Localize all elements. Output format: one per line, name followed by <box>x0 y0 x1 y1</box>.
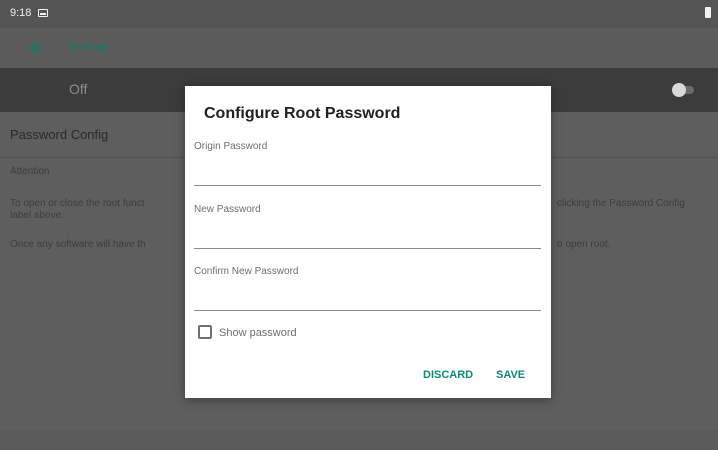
root-toggle-switch[interactable] <box>672 83 694 97</box>
attention-line2-left: Once any software will have th <box>10 239 146 250</box>
new-password-input[interactable] <box>194 223 541 249</box>
attention-line2-right: o open root. <box>557 239 611 250</box>
new-password-label: New Password <box>194 204 261 215</box>
battery-icon <box>705 7 711 18</box>
app-title: Settings <box>69 41 109 53</box>
attention-line1-right: clicking the Password Config <box>557 198 685 209</box>
confirm-new-password-input[interactable] <box>194 285 541 311</box>
app-bar: Settings <box>0 28 718 68</box>
confirm-new-password-label: Confirm New Password <box>194 266 299 277</box>
configure-root-password-dialog: Configure Root Password Origin Password … <box>185 86 551 398</box>
bottom-area <box>0 430 718 450</box>
image-notification-icon <box>38 9 48 17</box>
toggle-thumb <box>672 83 686 97</box>
arrow-left-icon[interactable] <box>26 37 48 59</box>
status-time: 9:18 <box>10 7 32 19</box>
save-button[interactable]: SAVE <box>496 369 525 381</box>
password-config-label: Password Config <box>10 127 109 142</box>
attention-line1-left: To open or close the root funct <box>10 198 145 209</box>
switch-label: Off <box>69 81 88 97</box>
show-password-checkbox[interactable] <box>198 325 212 339</box>
show-password-label: Show password <box>219 327 297 339</box>
attention-line1-cont: label above. <box>10 210 64 221</box>
origin-password-input[interactable] <box>194 160 541 186</box>
status-bar: 9:18 <box>0 0 718 28</box>
origin-password-label: Origin Password <box>194 141 268 152</box>
discard-button[interactable]: DISCARD <box>423 369 473 381</box>
dialog-title: Configure Root Password <box>204 105 401 122</box>
